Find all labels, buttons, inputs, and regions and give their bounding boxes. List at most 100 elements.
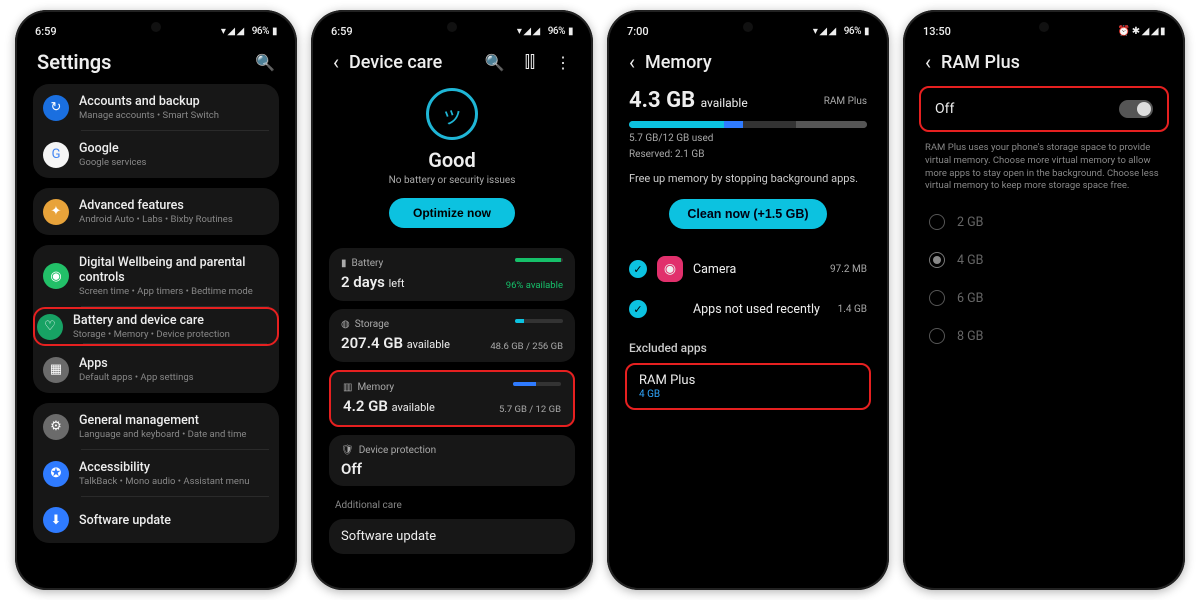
device-care-content: ッ Good No battery or security issues Opt…: [319, 80, 585, 582]
phone-device-care: 6:59 ▾ ◢ ◢ 96% ▮ ‹ Device care 🔍 ⫿⫿ ⋮ ッ …: [311, 10, 593, 590]
settings-list: ↻Accounts and backupManage accounts • Sm…: [23, 80, 289, 582]
page-title: RAM Plus: [941, 52, 1163, 73]
row-sub: Android Auto • Labs • Bixby Routines: [79, 214, 269, 225]
memory-reserved: Reserved: 2.1 GB: [629, 149, 867, 160]
row-icon: ⚙: [43, 414, 69, 440]
radio-icon[interactable]: [929, 252, 945, 268]
back-icon[interactable]: ‹: [333, 50, 339, 74]
check-icon[interactable]: ✓: [629, 260, 647, 278]
battery-icon: ▮: [341, 258, 347, 269]
row-sub: Default apps • App settings: [79, 372, 269, 383]
status-time: 13:50: [923, 25, 951, 38]
camera-icon: ◉: [657, 256, 683, 282]
settings-row-general-management[interactable]: ⚙General managementLanguage and keyboard…: [33, 403, 279, 450]
settings-row-accessibility[interactable]: ✪ AccessibilityTalkBack • Mono audio • As…: [33, 450, 279, 497]
app-list: ✓ ◉ Camera 97.2 MB ✓ Apps not used recen…: [615, 243, 881, 331]
app-row-camera[interactable]: ✓ ◉ Camera 97.2 MB: [615, 247, 881, 291]
row-icon: ♡: [37, 314, 63, 340]
clean-now-button[interactable]: Clean now (+1.5 GB): [669, 199, 826, 229]
row-label: Accessibility: [79, 460, 269, 475]
header: ‹ Memory: [615, 40, 881, 80]
settings-row-digital-wellbeing-and-parental-controls[interactable]: ◉ Digital Wellbeing and parental controls…: [33, 245, 279, 307]
ram-option-2gb[interactable]: 2 GB: [911, 203, 1177, 241]
radio-icon[interactable]: [929, 328, 945, 344]
status-sub: No battery or security issues: [319, 175, 585, 186]
settings-row-accounts-and-backup[interactable]: ↻Accounts and backupManage accounts • Sm…: [33, 84, 279, 131]
notch: [151, 22, 161, 32]
memory-hint: Free up memory by stopping background ap…: [629, 172, 867, 185]
row-label: General management: [79, 413, 269, 428]
back-icon[interactable]: ‹: [629, 50, 635, 74]
ram-plus-content: Off RAM Plus uses your phone's storage s…: [911, 80, 1177, 582]
settings-row-advanced-features[interactable]: ✦Advanced featuresAndroid Auto • Labs • …: [33, 188, 279, 235]
check-icon[interactable]: ✓: [629, 300, 647, 318]
row-icon: ⬇: [43, 507, 69, 533]
software-update-row[interactable]: Software update: [329, 519, 575, 554]
status-time: 6:59: [35, 25, 57, 38]
status-good: Good: [319, 148, 585, 172]
excluded-apps-label: Excluded apps: [615, 331, 881, 359]
row-label: Software update: [79, 513, 269, 528]
row-sub: Screen time • App timers • Bedtime mode: [79, 286, 269, 297]
row-icon: ◉: [43, 263, 69, 289]
search-icon[interactable]: 🔍: [485, 53, 505, 72]
smile-icon: ッ: [426, 88, 478, 140]
storage-icon: ◍: [341, 319, 350, 330]
row-sub: Storage • Memory • Device protection: [73, 329, 275, 340]
phone-memory: 7:00 ▾ ◢ ◢ 96% ▮ ‹ Memory RAM Plus 4.3 G…: [607, 10, 889, 590]
status-time: 7:00: [627, 25, 649, 38]
off-toggle-row[interactable]: Off: [919, 86, 1169, 132]
settings-row-google[interactable]: G GoogleGoogle services: [33, 131, 279, 178]
ram-option-8gb[interactable]: 8 GB: [911, 317, 1177, 355]
additional-care-label: Additional care: [319, 494, 585, 511]
search-icon[interactable]: 🔍: [255, 53, 275, 72]
radio-icon[interactable]: [929, 214, 945, 230]
ram-plus-badge: RAM Plus: [824, 96, 867, 107]
chart-icon[interactable]: ⫿⫿: [525, 52, 535, 72]
page-title: Memory: [645, 52, 867, 73]
toggle-switch[interactable]: [1119, 100, 1153, 118]
settings-row-software-update[interactable]: ⬇ Software update: [33, 497, 279, 543]
notch: [743, 22, 753, 32]
battery-bar: [515, 258, 563, 262]
row-icon: G: [43, 142, 69, 168]
back-icon[interactable]: ‹: [925, 50, 931, 74]
row-sub: TalkBack • Mono audio • Assistant menu: [79, 476, 269, 487]
battery-card[interactable]: ▮Battery 2 days left 96% available: [329, 248, 575, 301]
row-label: Battery and device care: [73, 313, 275, 328]
notch: [1039, 22, 1049, 32]
header: ‹ Device care 🔍 ⫿⫿ ⋮: [319, 40, 585, 80]
status-icons: ⏰ ✱ ◢ ◢ ▮: [1118, 26, 1165, 37]
ram-plus-row[interactable]: RAM Plus 4 GB: [625, 363, 871, 410]
optimize-button[interactable]: Optimize now: [389, 198, 515, 228]
memory-bar: [513, 382, 561, 386]
row-label: Accounts and backup: [79, 94, 269, 109]
memory-card[interactable]: ▥Memory 4.2 GB available 5.7 GB / 12 GB: [329, 370, 575, 427]
ram-plus-description: RAM Plus uses your phone's storage space…: [911, 132, 1177, 203]
ram-option-6gb[interactable]: 6 GB: [911, 279, 1177, 317]
page-title: Settings: [37, 50, 235, 74]
status-icons: ▾ ◢ ◢ 96% ▮: [813, 26, 869, 37]
row-label: Digital Wellbeing and parental controls: [79, 255, 269, 285]
settings-row-apps[interactable]: ▦AppsDefault apps • App settings: [33, 346, 279, 393]
storage-card[interactable]: ◍Storage 207.4 GB available 48.6 GB / 25…: [329, 309, 575, 362]
more-icon[interactable]: ⋮: [555, 53, 571, 72]
status-icons: ▾ ◢ ◢ 96% ▮: [517, 26, 573, 37]
storage-bar: [515, 319, 563, 323]
row-label: Google: [79, 141, 269, 156]
apps-not-used-row[interactable]: ✓ Apps not used recently 1.4 GB: [615, 291, 881, 327]
header: ‹ RAM Plus: [911, 40, 1177, 80]
row-icon: ✪: [43, 461, 69, 487]
status-time: 6:59: [331, 25, 353, 38]
page-title: Device care: [349, 52, 465, 73]
shield-icon: 🛡: [341, 445, 354, 456]
radio-icon[interactable]: [929, 290, 945, 306]
settings-row-battery-and-device-care[interactable]: ♡ Battery and device careStorage • Memory…: [33, 307, 279, 346]
row-sub: Google services: [79, 157, 269, 168]
phone-ram-plus: 13:50 ⏰ ✱ ◢ ◢ ▮ ‹ RAM Plus Off RAM Plus …: [903, 10, 1185, 590]
protection-card[interactable]: 🛡Device protection Off: [329, 435, 575, 486]
notch: [447, 22, 457, 32]
ram-option-4gb[interactable]: 4 GB: [911, 241, 1177, 279]
memory-content: RAM Plus 4.3 GB available 5.7 GB/12 GB u…: [615, 80, 881, 582]
header: Settings 🔍: [23, 40, 289, 80]
